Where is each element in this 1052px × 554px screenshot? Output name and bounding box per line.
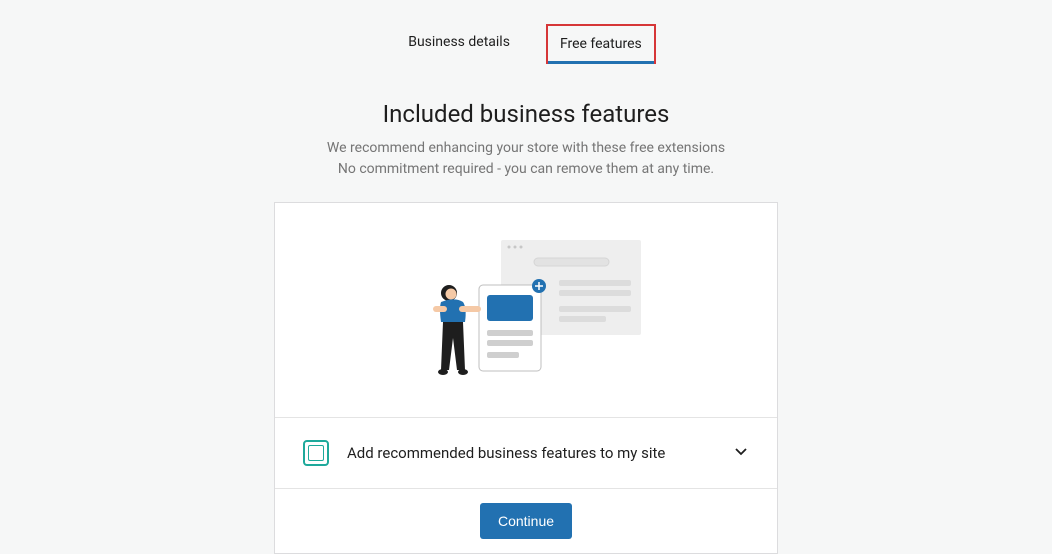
- tab-free-features[interactable]: Free features: [546, 24, 656, 64]
- expand-features-toggle[interactable]: [733, 443, 749, 463]
- chevron-down-icon: [733, 443, 749, 459]
- add-features-checkbox[interactable]: [303, 440, 329, 466]
- add-features-row: Add recommended business features to my …: [275, 417, 777, 489]
- features-card: Add recommended business features to my …: [274, 202, 778, 554]
- page-title: Included business features: [383, 100, 670, 128]
- continue-button-label: Continue: [498, 513, 554, 529]
- page-subtitle-line1: We recommend enhancing your store with t…: [327, 138, 725, 159]
- add-features-label: Add recommended business features to my …: [347, 444, 715, 462]
- card-footer: Continue: [275, 489, 777, 553]
- wizard-tabs: Business details Free features: [396, 24, 656, 64]
- page-subtitle-line2: No commitment required - you can remove …: [338, 159, 714, 180]
- tab-label: Business details: [408, 34, 510, 50]
- tab-business-details[interactable]: Business details: [396, 24, 522, 64]
- onboarding-illustration-icon: [411, 230, 641, 390]
- tab-label: Free features: [560, 36, 642, 52]
- illustration: [275, 203, 777, 417]
- continue-button[interactable]: Continue: [480, 503, 572, 539]
